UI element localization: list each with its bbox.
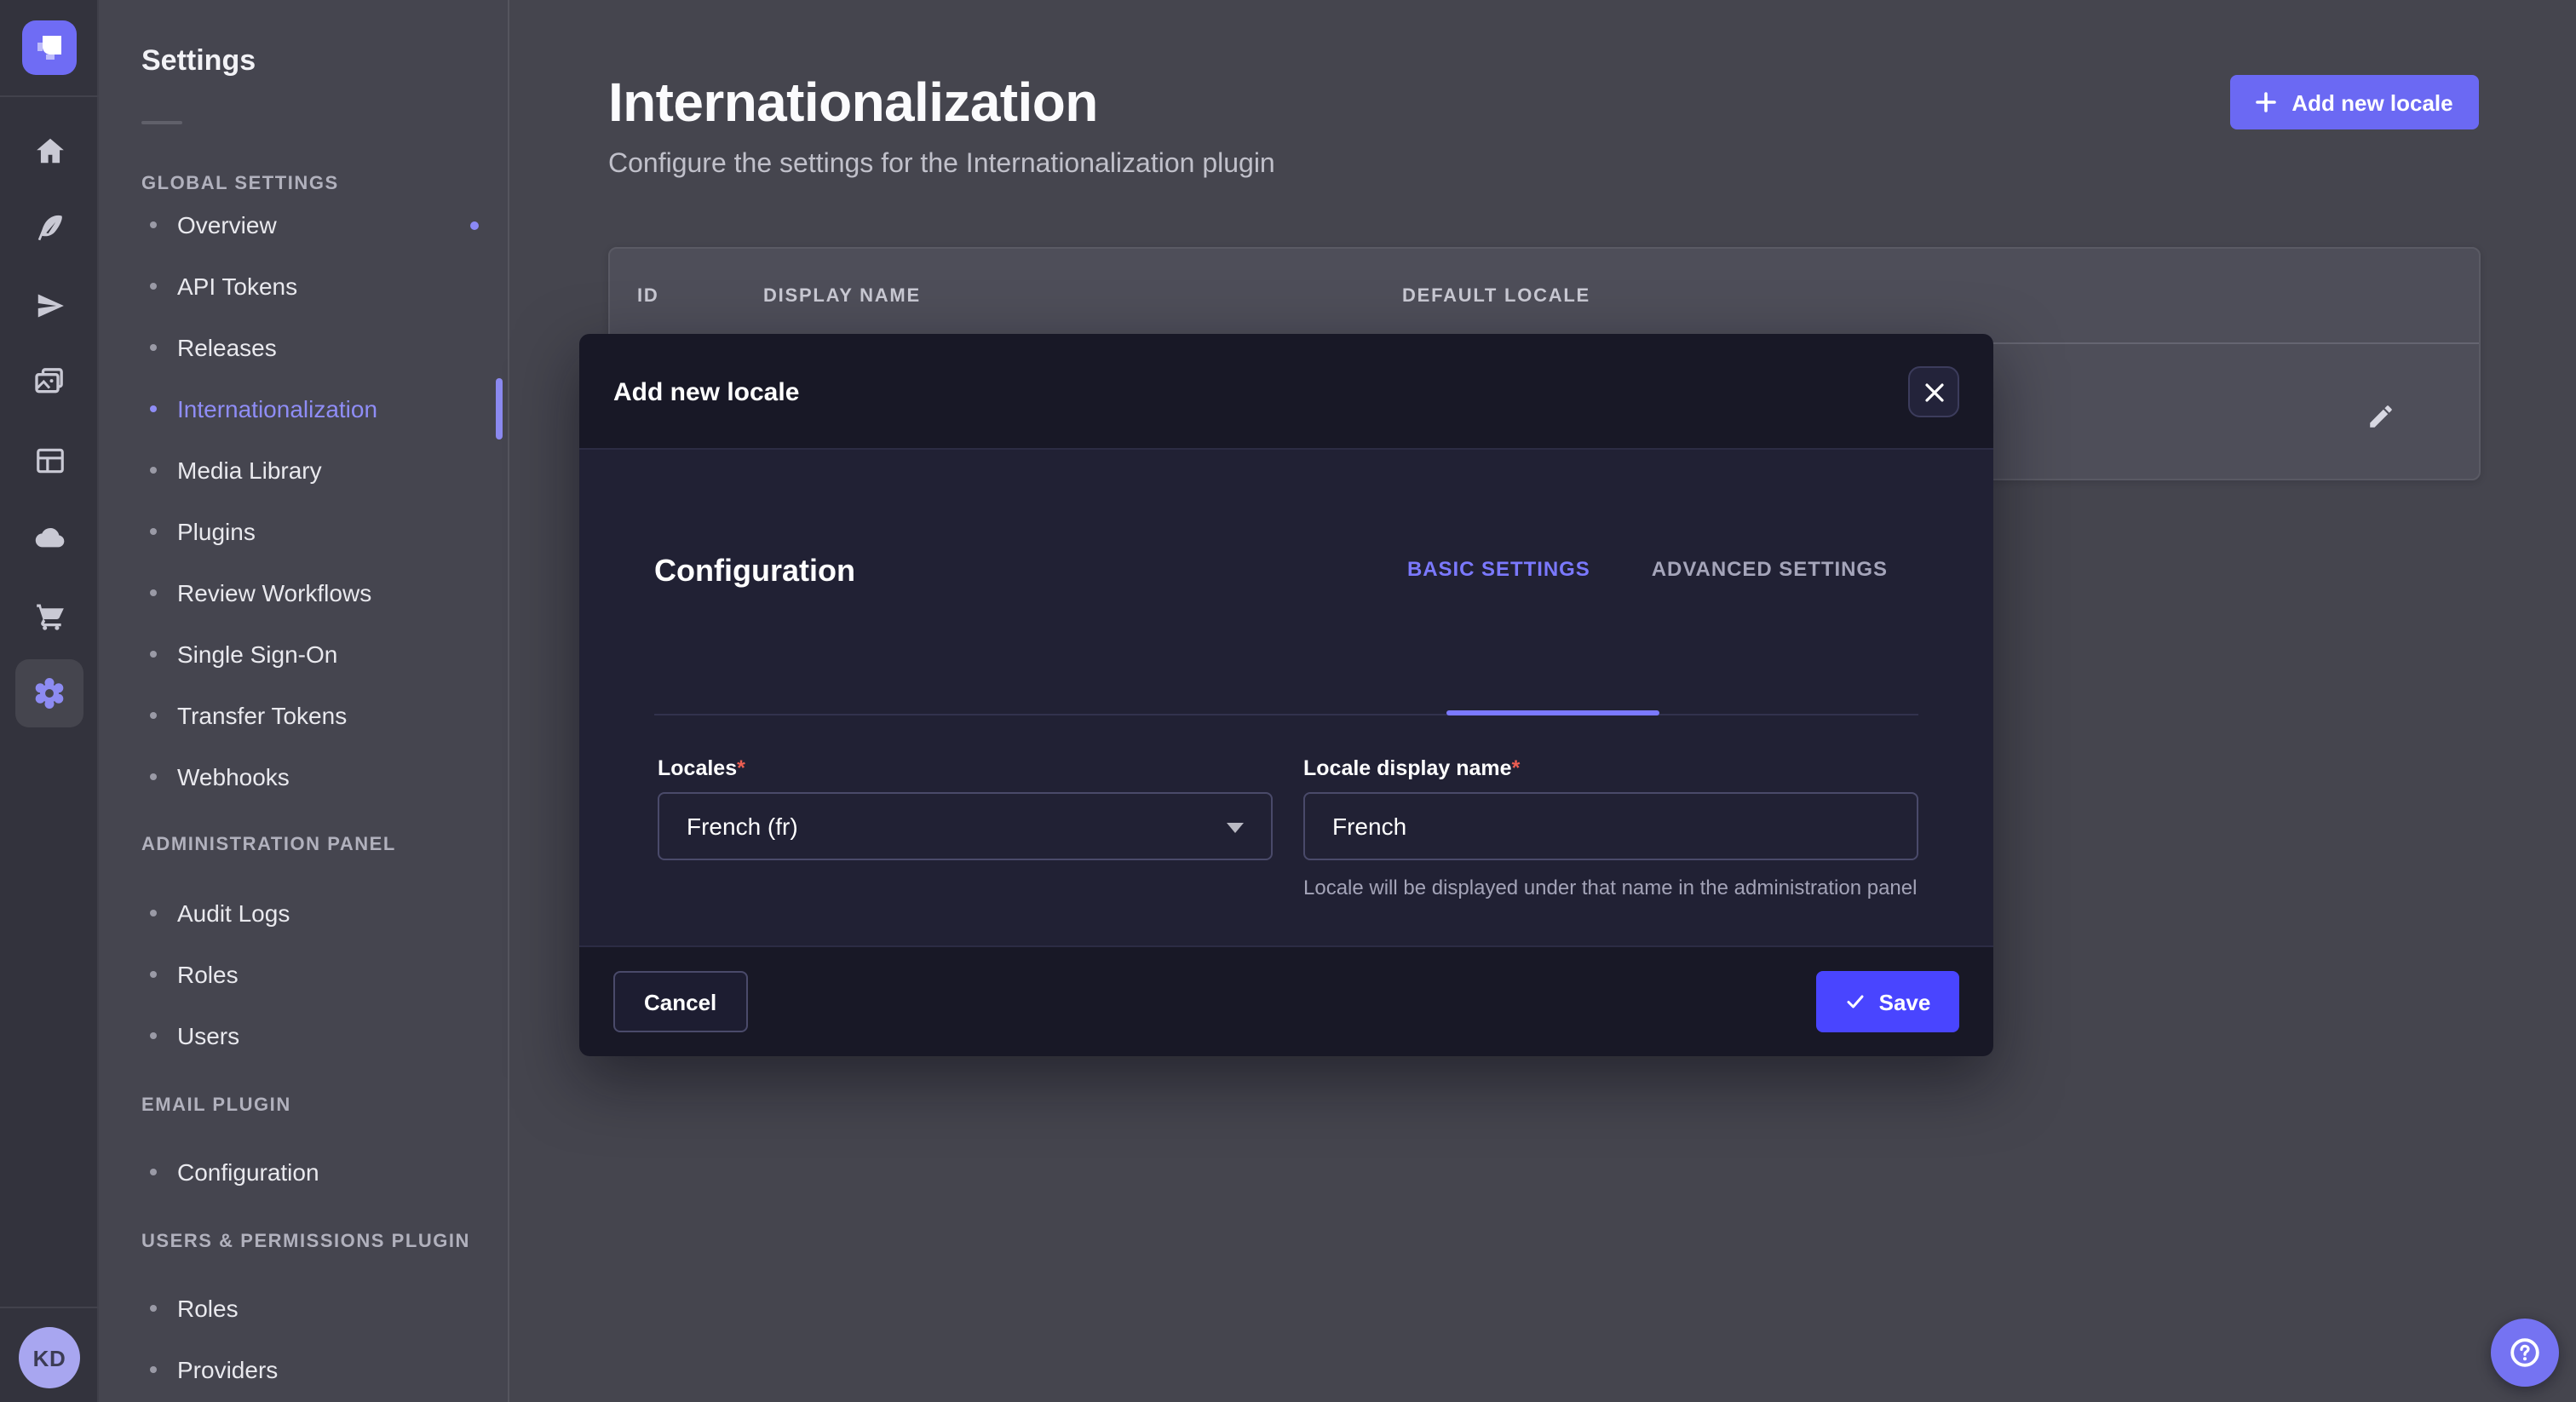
sidebar-item-overview[interactable]: Overview	[99, 194, 509, 256]
bullet-icon	[150, 1305, 157, 1312]
bullet-icon	[150, 773, 157, 780]
locales-select[interactable]: French (fr)	[658, 792, 1273, 860]
sidebar-item-releases[interactable]: Releases	[99, 317, 509, 378]
layout-icon[interactable]	[0, 434, 99, 486]
bullet-icon	[150, 221, 157, 228]
main-nav-rail: KD	[0, 0, 99, 1402]
administration-panel-list: Audit Logs Roles Users	[99, 882, 509, 1066]
pencil-icon	[2366, 402, 2395, 431]
sidebar-item-internationalization[interactable]: Internationalization	[99, 378, 509, 440]
modal-header: Add new locale	[579, 334, 1993, 450]
locales-field: Locales* French (fr)	[658, 756, 1273, 860]
modal-body: Configuration BASIC SETTINGS ADVANCED SE…	[579, 450, 1993, 945]
bullet-icon	[150, 467, 157, 474]
add-locale-modal: Add new locale Configuration BASIC SETTI…	[579, 334, 1993, 1056]
section-label-email-plugin: EMAIL PLUGIN	[141, 1095, 291, 1116]
add-new-locale-button[interactable]: Add new locale	[2230, 75, 2479, 129]
cloud-icon[interactable]	[0, 511, 99, 562]
settings-tabs: BASIC SETTINGS ADVANCED SETTINGS	[1377, 545, 1918, 593]
sidebar-item-admin-roles[interactable]: Roles	[99, 944, 509, 1005]
bullet-icon	[150, 910, 157, 916]
locale-display-name-field: Locale display name* Locale will be disp…	[1303, 756, 1918, 903]
home-icon[interactable]	[0, 124, 99, 175]
locale-display-name-hint: Locale will be displayed under that name…	[1303, 874, 1918, 903]
required-mark: *	[1512, 756, 1521, 780]
users-permissions-list: Roles Providers	[99, 1278, 509, 1400]
sidebar-item-review-workflows[interactable]: Review Workflows	[99, 562, 509, 623]
email-plugin-list: Configuration	[99, 1141, 509, 1203]
bullet-icon	[150, 283, 157, 290]
tab-basic-settings[interactable]: BASIC SETTINGS	[1377, 545, 1621, 593]
bullet-icon	[150, 971, 157, 978]
pictures-icon[interactable]	[0, 356, 99, 407]
sidebar-item-single-sign-on[interactable]: Single Sign-On	[99, 623, 509, 685]
save-button-label: Save	[1879, 989, 1931, 1014]
tab-advanced-settings[interactable]: ADVANCED SETTINGS	[1621, 545, 1918, 593]
subnav-title: Settings	[141, 44, 256, 78]
bullet-icon	[150, 712, 157, 719]
logo-section	[0, 0, 99, 97]
configuration-title: Configuration	[654, 554, 855, 589]
column-header-default-locale: DEFAULT LOCALE	[1402, 286, 1590, 307]
notification-dot-icon	[470, 221, 479, 230]
sidebar-item-up-providers[interactable]: Providers	[99, 1339, 509, 1400]
section-label-users-permissions-plugin: USERS & PERMISSIONS PLUGIN	[141, 1232, 470, 1252]
locales-select-value: French (fr)	[687, 813, 798, 840]
check-icon	[1845, 991, 1866, 1012]
bullet-icon	[150, 1366, 157, 1373]
sidebar-item-audit-logs[interactable]: Audit Logs	[99, 882, 509, 944]
subnav-divider	[141, 121, 182, 124]
strapi-admin-app: KD Settings GLOBAL SETTINGS Overview API…	[0, 0, 2576, 1402]
close-button[interactable]	[1908, 366, 1959, 417]
user-avatar[interactable]: KD	[19, 1327, 80, 1388]
sidebar-item-media-library[interactable]: Media Library	[99, 440, 509, 501]
strapi-logo-icon[interactable]	[22, 20, 77, 75]
column-header-id: ID	[637, 286, 659, 307]
edit-locale-button[interactable]	[2363, 402, 2397, 436]
bullet-icon	[150, 651, 157, 658]
plus-icon	[2256, 92, 2276, 112]
sidebar-item-email-configuration[interactable]: Configuration	[99, 1141, 509, 1203]
locale-display-name-input[interactable]	[1303, 792, 1918, 860]
required-mark: *	[737, 756, 745, 780]
page-subtitle: Configure the settings for the Internati…	[608, 150, 1275, 181]
locales-label: Locales*	[658, 756, 1273, 780]
rail-divider	[0, 1307, 99, 1308]
add-button-label: Add new locale	[2291, 89, 2452, 115]
help-button[interactable]	[2491, 1319, 2559, 1387]
sidebar-item-up-roles[interactable]: Roles	[99, 1278, 509, 1339]
cancel-button[interactable]: Cancel	[613, 971, 747, 1032]
global-settings-list: Overview API Tokens Releases Internation…	[99, 194, 509, 807]
page-title: Internationalization	[608, 72, 1098, 135]
tabs-divider	[654, 714, 1918, 715]
feather-icon[interactable]	[0, 201, 99, 252]
bullet-icon	[150, 1032, 157, 1039]
active-tab-underline	[1446, 710, 1659, 715]
bullet-icon	[150, 1169, 157, 1175]
close-icon	[1924, 382, 1943, 401]
modal-title: Add new locale	[613, 378, 799, 407]
bullet-icon	[150, 405, 157, 412]
save-button[interactable]: Save	[1816, 971, 1959, 1032]
cart-icon[interactable]	[0, 589, 99, 641]
column-header-display-name: DISPLAY NAME	[763, 286, 921, 307]
settings-subnav: Settings GLOBAL SETTINGS Overview API To…	[99, 0, 509, 1402]
gear-icon[interactable]	[15, 659, 83, 727]
section-label-administration-panel: ADMINISTRATION PANEL	[141, 835, 396, 855]
sidebar-item-users[interactable]: Users	[99, 1005, 509, 1066]
sidebar-item-api-tokens[interactable]: API Tokens	[99, 256, 509, 317]
paper-plane-icon[interactable]	[0, 279, 99, 330]
sidebar-item-plugins[interactable]: Plugins	[99, 501, 509, 562]
sidebar-item-webhooks[interactable]: Webhooks	[99, 746, 509, 807]
locale-display-name-label: Locale display name*	[1303, 756, 1918, 780]
section-label-global-settings: GLOBAL SETTINGS	[141, 174, 339, 194]
chevron-down-icon	[1227, 823, 1244, 833]
bullet-icon	[150, 589, 157, 596]
bullet-icon	[150, 344, 157, 351]
modal-footer: Cancel Save	[579, 945, 1993, 1056]
sidebar-item-transfer-tokens[interactable]: Transfer Tokens	[99, 685, 509, 746]
question-icon	[2508, 1336, 2542, 1370]
active-item-indicator	[496, 378, 503, 440]
bullet-icon	[150, 528, 157, 535]
